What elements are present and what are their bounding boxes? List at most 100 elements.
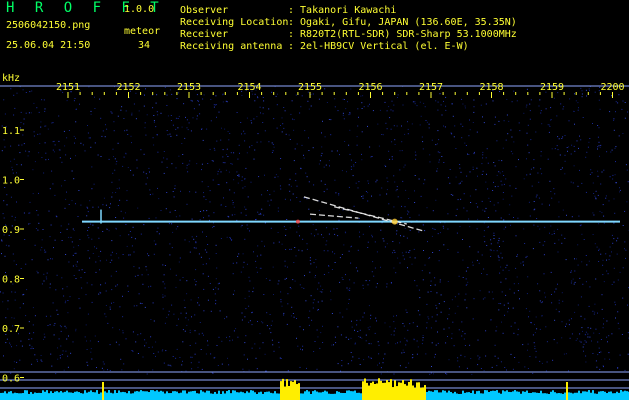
noise-dot [16,164,18,166]
bottom-bar [122,391,124,400]
bottom-bar [124,392,126,400]
bottom-bar [374,384,376,400]
noise-dot [492,190,494,191]
noise-dot [233,206,235,208]
noise-dot [563,106,565,108]
noise-dot [65,154,67,156]
noise-dot [440,294,442,296]
noise-dot [153,240,155,242]
noise-dot [429,272,431,274]
noise-dot [76,261,78,263]
noise-dot [295,180,297,182]
noise-dot [99,98,101,100]
bottom-bar [196,393,198,400]
noise-dot [401,252,403,254]
noise-dot [283,226,285,228]
noise-dot [334,336,336,338]
noise-dot [453,345,455,347]
noise-dot [451,103,453,105]
noise-dot [66,137,68,139]
noise-dot [224,162,226,164]
noise-dot [482,116,483,118]
noise-dot [341,365,343,367]
noise-dot [396,315,397,317]
noise-dot [212,288,214,290]
noise-dot [89,257,91,259]
noise-dot [399,242,401,244]
noise-dot [606,259,607,261]
noise-dot [606,336,608,338]
noise-dot [339,154,340,156]
noise-dot [4,113,6,115]
noise-dot [67,355,69,357]
noise-dot [564,173,566,175]
bottom-bar [312,391,314,400]
noise-dot [541,315,543,316]
noise-dot [603,222,605,224]
noise-dot [438,161,440,163]
noise-dot [145,183,147,185]
noise-dot [228,139,230,141]
noise-dot [264,353,266,355]
noise-dot [493,250,495,252]
noise-dot [290,248,292,250]
noise-dot [312,93,314,95]
bottom-bar [494,390,496,400]
noise-dot [461,180,463,182]
noise-dot [422,337,424,339]
noise-dot [133,305,135,307]
noise-dot [267,200,269,202]
bottom-bar [256,393,258,400]
noise-dot [175,167,177,169]
bottom-bar [244,393,246,400]
noise-dot [88,137,90,139]
noise-dot [259,333,261,335]
noise-dot [75,109,77,110]
noise-dot [284,260,286,262]
x-tick-label: 2152 [116,82,140,93]
noise-dot [199,219,201,221]
noise-dot [156,134,158,136]
noise-dot [152,107,154,109]
noise-dot [293,119,295,121]
noise-dot [58,338,60,340]
noise-dot [418,214,420,216]
noise-dot [529,110,531,112]
noise-dot [384,353,386,355]
noise-dot [78,190,80,191]
noise-dot [191,356,193,358]
noise-dot [309,259,311,261]
noise-dot [556,342,558,344]
noise-dot [181,143,183,144]
noise-dot [65,198,67,200]
bottom-bar [406,385,408,400]
noise-dot [77,245,79,247]
noise-dot [535,196,537,198]
noise-dot [66,100,68,102]
noise-dot [358,217,360,219]
noise-dot [594,311,596,313]
noise-dot [90,110,92,112]
noise-dot [92,224,94,226]
noise-dot [210,310,212,312]
noise-dot [186,203,188,205]
noise-dot [334,179,336,181]
noise-dot [275,95,277,97]
noise-dot [599,146,601,148]
noise-dot [540,302,542,304]
noise-dot [390,282,392,284]
noise-dot [299,235,300,237]
noise-dot [87,230,89,231]
noise-dot [440,311,442,313]
noise-dot [123,217,125,219]
noise-dot [598,249,600,251]
noise-dot [241,224,243,226]
noise-dot [564,160,566,162]
noise-dot [279,168,281,170]
noise-dot [361,131,363,133]
noise-dot [164,283,166,285]
noise-dot [280,188,282,190]
noise-dot [3,355,4,357]
bottom-bar [408,382,410,400]
noise-dot [622,267,624,269]
